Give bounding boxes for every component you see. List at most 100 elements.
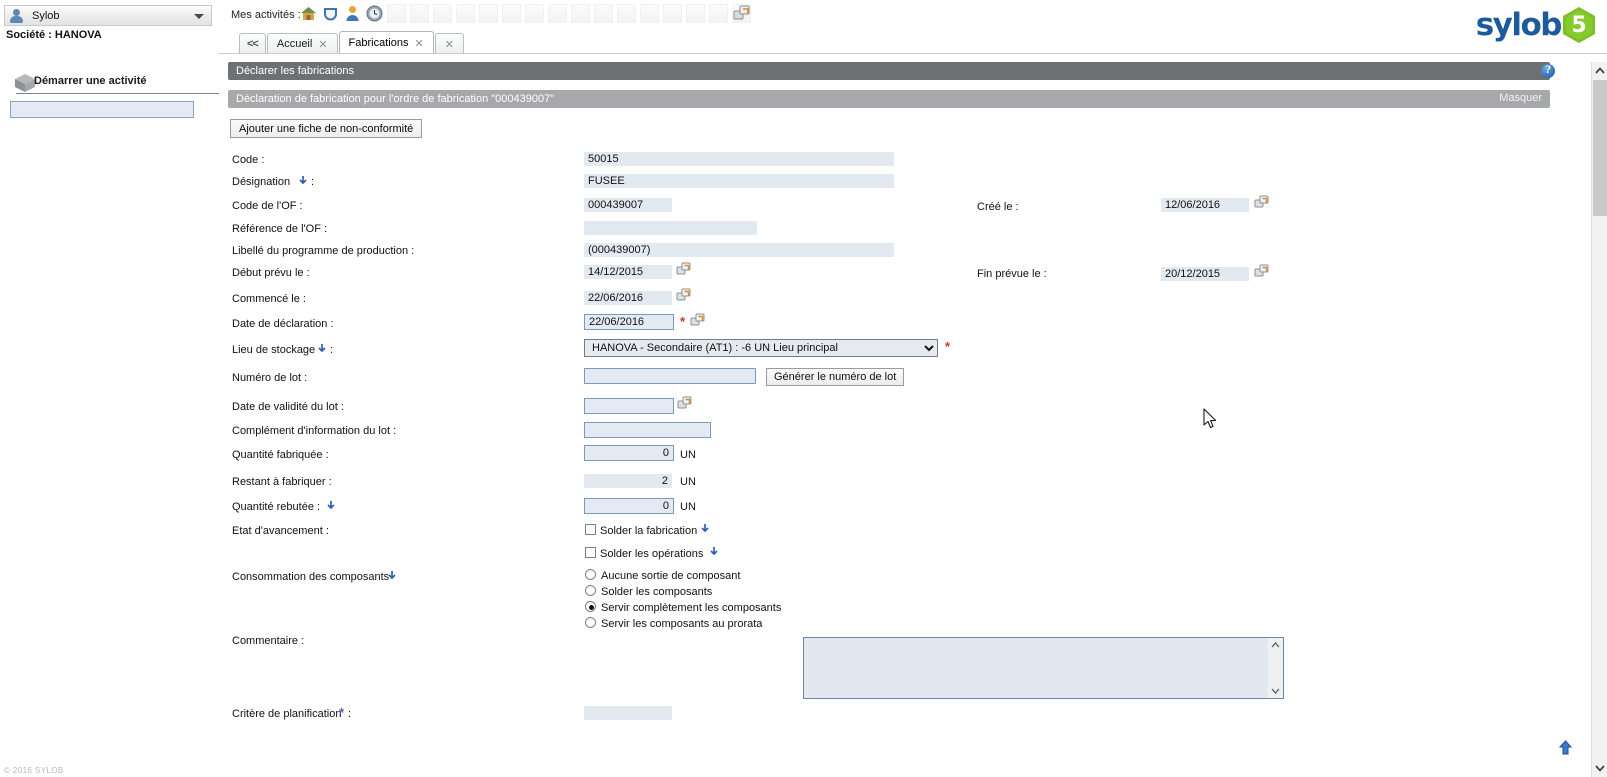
application-window: Sylob Société : HANOVA Démarrer une acti…: [0, 0, 1607, 777]
activity-slot[interactable]: [617, 4, 636, 23]
page-scrollbar[interactable]: [1591, 62, 1607, 777]
planned-start-value: 14/12/2015: [584, 265, 672, 279]
calendar-picker-icon[interactable]: [676, 262, 692, 277]
close-icon[interactable]: ✕: [414, 37, 423, 50]
tab-bar: << Accueil ✕ Fabrications ✕ ✕: [239, 31, 1569, 54]
tab-accueil[interactable]: Accueil ✕: [266, 33, 338, 54]
footer-copyright: © 2016 SYLOB: [4, 766, 64, 775]
solder-fabrication-checkbox[interactable]: [585, 524, 596, 535]
qty-scrapped-input[interactable]: [584, 498, 674, 514]
help-icon[interactable]: ?: [1541, 64, 1555, 78]
hide-button[interactable]: Masquer: [1499, 92, 1542, 104]
radio-label: Aucune sortie de composant: [601, 570, 741, 582]
left-sidebar: Sylob Société : HANOVA Démarrer une acti…: [0, 0, 221, 777]
calendar-picker-icon[interactable]: [1254, 195, 1270, 210]
designation-label: Désignation: [232, 176, 291, 188]
comment-textarea-wrapper: [803, 637, 1284, 699]
required-marker: *: [339, 705, 345, 720]
calendar-picker-icon[interactable]: [1254, 264, 1270, 279]
lot-info-input[interactable]: [584, 422, 711, 438]
info-arrow-icon[interactable]: [709, 546, 719, 558]
created-on-value: 12/06/2016: [1161, 198, 1249, 212]
close-icon[interactable]: ✕: [445, 38, 454, 51]
scrollbar-down-button[interactable]: [1592, 760, 1607, 777]
generate-lot-number-button[interactable]: Générer le numéro de lot: [766, 368, 905, 386]
logo-badge: 5: [1562, 7, 1596, 43]
user-name-label: Sylob: [32, 9, 60, 22]
activity-slot[interactable]: [456, 4, 475, 23]
add-nonconformity-button[interactable]: Ajouter une fiche de non-conformité: [230, 119, 423, 138]
sylob-logo: sylob 5: [1476, 7, 1596, 43]
link-new-window-icon[interactable]: [733, 4, 751, 22]
qty-made-input[interactable]: [584, 445, 674, 461]
planning-criteria-value: [584, 706, 672, 720]
tab-scroll-prev-button[interactable]: <<: [239, 33, 266, 54]
comment-scrollbar[interactable]: [1268, 638, 1283, 698]
tab-prev-label: <<: [247, 38, 259, 50]
activity-slot[interactable]: [387, 4, 406, 23]
tab-fabrications[interactable]: Fabrications ✕: [338, 31, 434, 54]
activities-toolbar: Mes activités :: [219, 0, 1607, 30]
planning-criteria-suffix: :: [348, 708, 352, 720]
activity-slot[interactable]: [410, 4, 429, 23]
home-icon[interactable]: [299, 4, 318, 23]
clock-icon[interactable]: [365, 4, 384, 23]
scrollbar-track[interactable]: [1593, 216, 1607, 760]
lot-number-input[interactable]: [584, 368, 756, 384]
radio-servir-prorata[interactable]: [585, 617, 596, 628]
info-arrow-icon[interactable]: [700, 523, 710, 535]
calendar-picker-icon[interactable]: [677, 396, 693, 411]
qty-scrapped-label: Quantité rebutée :: [232, 501, 321, 513]
radio-label: Solder les composants: [601, 586, 713, 598]
planning-criteria-label: Critère de planification: [232, 708, 342, 720]
designation-value: FUSEE: [584, 174, 894, 188]
info-arrow-icon[interactable]: [317, 343, 327, 355]
activity-slot[interactable]: [502, 4, 521, 23]
qty-remaining-value: 2: [584, 474, 672, 488]
storage-location-suffix: :: [330, 344, 334, 356]
activity-slot[interactable]: [525, 4, 544, 23]
radio-solder-composants[interactable]: [585, 585, 596, 596]
declaration-date-input[interactable]: [584, 314, 674, 330]
activity-slot[interactable]: [433, 4, 452, 23]
shield-icon[interactable]: [321, 4, 340, 23]
close-icon[interactable]: ✕: [318, 38, 327, 51]
tab-extra-close[interactable]: ✕: [434, 33, 464, 54]
scrollbar-thumb[interactable]: [1593, 80, 1607, 216]
planned-end-value: 20/12/2015: [1161, 267, 1249, 281]
qty-remaining-label: Restant à fabriquer :: [232, 476, 332, 488]
activity-slot[interactable]: [548, 4, 567, 23]
scroll-to-top-icon[interactable]: [1558, 740, 1573, 755]
chevron-down-icon[interactable]: [1271, 688, 1280, 694]
activity-slot[interactable]: [571, 4, 590, 23]
calendar-picker-icon[interactable]: [676, 288, 692, 303]
started-on-label: Commencé le :: [232, 293, 306, 305]
required-marker: *: [945, 339, 951, 354]
activity-slot[interactable]: [594, 4, 613, 23]
solder-operations-checkbox[interactable]: [585, 547, 596, 558]
panel-title-label: Déclarer les fabrications: [236, 65, 354, 77]
start-activity-input[interactable]: [10, 101, 194, 118]
activity-slot[interactable]: [640, 4, 659, 23]
tab-label: Accueil: [276, 38, 313, 50]
chevron-up-icon[interactable]: [1271, 642, 1280, 648]
calendar-picker-icon[interactable]: [690, 313, 706, 328]
radio-aucune-sortie[interactable]: [585, 569, 596, 580]
activity-slot[interactable]: [479, 4, 498, 23]
radio-servir-completement[interactable]: [585, 601, 596, 612]
activity-slot[interactable]: [686, 4, 705, 23]
activity-slot[interactable]: [663, 4, 682, 23]
lot-validity-input[interactable]: [584, 398, 674, 414]
info-arrow-icon[interactable]: [326, 500, 336, 512]
scrollbar-up-button[interactable]: [1592, 62, 1607, 79]
person-icon[interactable]: [343, 4, 362, 23]
info-arrow-icon[interactable]: [387, 570, 397, 582]
user-menu-button[interactable]: Sylob: [4, 5, 212, 26]
planned-end-label: Fin prévue le :: [977, 268, 1047, 280]
lot-number-label: Numéro de lot :: [232, 372, 308, 384]
activity-slot[interactable]: [709, 4, 728, 23]
info-arrow-icon[interactable]: [298, 175, 308, 187]
chevron-down-icon: [1595, 765, 1605, 772]
chevron-down-icon[interactable]: [194, 14, 204, 19]
storage-location-select[interactable]: HANOVA - Secondaire (AT1) : -6 UN Lieu p…: [584, 339, 938, 357]
